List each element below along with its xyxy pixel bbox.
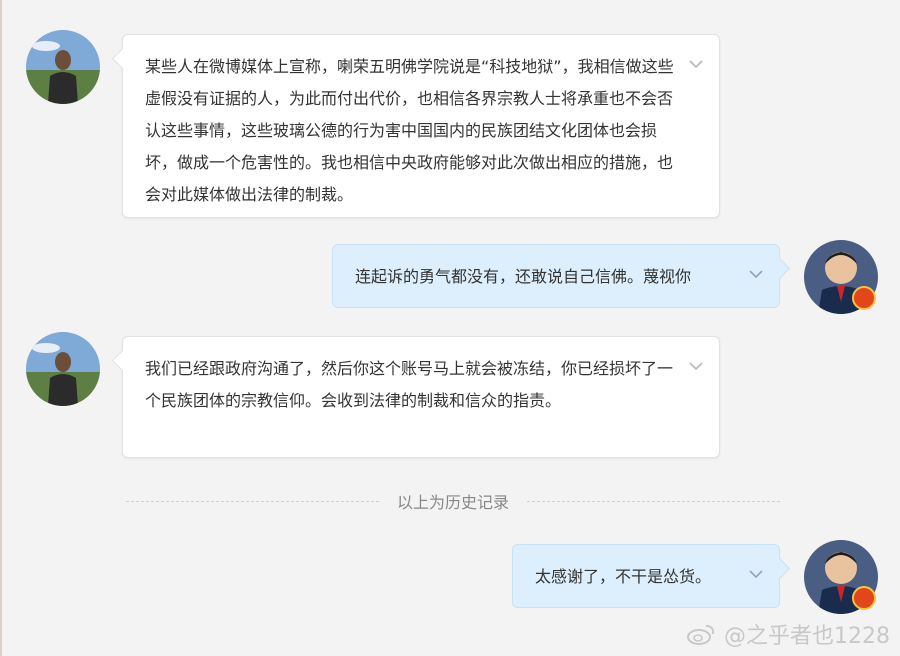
- divider-line: [126, 500, 379, 502]
- verified-badge-icon: [852, 586, 876, 610]
- chevron-down-icon[interactable]: [687, 55, 705, 73]
- history-label: 以上为历史记录: [397, 493, 510, 512]
- weibo-logo-icon: [687, 625, 715, 645]
- chevron-down-icon[interactable]: [747, 565, 765, 583]
- chevron-down-icon[interactable]: [687, 357, 705, 375]
- message-text: 连起诉的勇气都没有，还敢说自己信佛。蔑视你: [355, 267, 692, 286]
- chevron-down-icon[interactable]: [747, 265, 765, 283]
- message-text: 我们已经跟政府沟通了，然后你这个账号马上就会被冻结，你已经损坏了一个民族团体的宗…: [145, 359, 674, 410]
- window-edge: [0, 0, 2, 656]
- sender-avatar[interactable]: [26, 332, 100, 406]
- message-bubble[interactable]: 太感谢了，不干是怂货。: [512, 544, 780, 608]
- message-text: 某些人在微博媒体上宣称，喇荣五明佛学院说是“科技地狱”，我相信做这些虚假没有证据…: [145, 57, 674, 204]
- message-bubble[interactable]: 某些人在微博媒体上宣称，喇荣五明佛学院说是“科技地狱”，我相信做这些虚假没有证据…: [122, 34, 720, 218]
- message-bubble[interactable]: 连起诉的勇气都没有，还敢说自己信佛。蔑视你: [332, 244, 780, 308]
- message-bubble[interactable]: 我们已经跟政府沟通了，然后你这个账号马上就会被冻结，你已经损坏了一个民族团体的宗…: [122, 336, 720, 458]
- history-divider: 以上为历史记录: [126, 488, 781, 514]
- divider-line: [527, 500, 781, 502]
- sender-avatar[interactable]: [26, 30, 100, 104]
- message-text: 太感谢了，不干是怂货。: [535, 567, 712, 586]
- verified-badge-icon: [852, 286, 876, 310]
- watermark: @之乎者也1228: [686, 612, 890, 656]
- watermark-text: @之乎者也1228: [724, 624, 890, 649]
